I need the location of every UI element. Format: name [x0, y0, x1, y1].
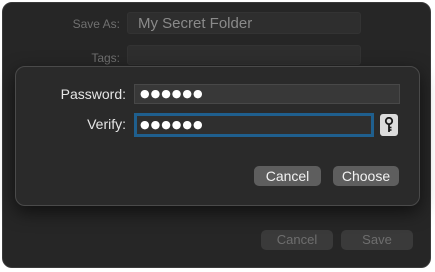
save-dialog-cancel-button[interactable]: Cancel	[261, 230, 333, 250]
cancel-button[interactable]: Cancel	[254, 166, 321, 186]
save-as-label: Save As:	[72, 17, 120, 31]
password-sheet: Password: ●●●●●● Verify: ●●●●●● Cancel C…	[15, 66, 420, 206]
choose-button[interactable]: Choose	[333, 166, 399, 186]
key-icon	[384, 117, 394, 132]
verify-label: Verify:	[87, 116, 126, 132]
tags-label: Tags:	[91, 51, 120, 65]
save-as-field[interactable]: My Secret Folder	[127, 12, 361, 34]
tags-field[interactable]	[127, 45, 361, 65]
verify-field[interactable]: ●●●●●●	[134, 113, 374, 137]
password-label: Password:	[60, 86, 126, 102]
password-field[interactable]: ●●●●●●	[134, 84, 400, 104]
password-assistant-button[interactable]	[380, 114, 398, 136]
save-dialog-save-button[interactable]: Save	[341, 230, 413, 250]
